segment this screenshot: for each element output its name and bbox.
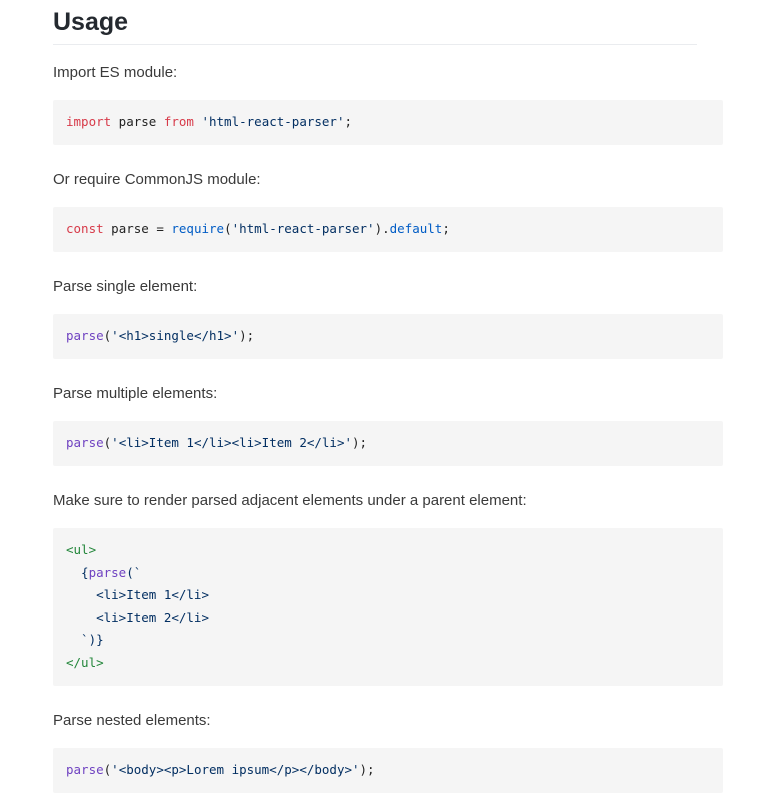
section-heading: Usage	[53, 0, 697, 45]
code-token: import	[66, 114, 112, 129]
code-token: <li>Item 1</li>	[66, 587, 209, 602]
code-token: {	[66, 564, 89, 580]
code-token: parse	[66, 762, 104, 777]
code-token: const	[66, 221, 104, 236]
code-token: '<body><p>Lorem ipsum</p></body>'	[111, 762, 360, 777]
code-token: </ul>	[66, 654, 104, 670]
parent-element-text: Make sure to render parsed adjacent elem…	[53, 492, 527, 509]
code-token: '<h1>single</h1>'	[111, 328, 240, 343]
parse-nested-text: Parse nested elements:	[53, 712, 211, 729]
code-token: );	[239, 328, 255, 343]
code-token: parse	[66, 328, 104, 343]
code-block-require[interactable]: const parse = require('html-react-parser…	[53, 207, 723, 252]
code-token: `)}	[66, 632, 104, 647]
code-block-multiple[interactable]: parse('<li>Item 1</li><li>Item 2</li>');	[53, 421, 723, 466]
code-block-import[interactable]: import parse from 'html-react-parser';	[53, 100, 723, 145]
code-token: from	[163, 114, 194, 129]
code-token: parse =	[103, 221, 172, 236]
code-token: parse	[88, 564, 127, 580]
code-token: ;	[442, 221, 450, 236]
code-token: ).	[374, 221, 390, 236]
code-token: <li>Item 2</li>	[66, 609, 209, 625]
code-token: parse	[66, 435, 104, 450]
code-token: 'html-react-parser'	[201, 114, 345, 129]
parse-multiple-text: Parse multiple elements:	[53, 385, 218, 402]
parse-single-text: Parse single element:	[53, 278, 198, 295]
code-token: 'html-react-parser'	[231, 221, 375, 236]
code-block-parent[interactable]: <ul> {parse(` <li>Item 1</li> <li>Item 2…	[53, 528, 723, 686]
code-token: ;	[344, 114, 353, 129]
code-token: (`	[126, 564, 142, 580]
code-token: );	[352, 435, 368, 450]
code-token: (	[224, 221, 232, 236]
require-commonjs-text: Or require CommonJS module:	[53, 171, 261, 188]
import-es-text: Import ES module:	[53, 64, 178, 81]
code-token: );	[359, 762, 375, 777]
readme-content: Usage Import ES module: import parse fro…	[53, 0, 723, 793]
code-block-nested[interactable]: parse('<body><p>Lorem ipsum</p></body>')…	[53, 748, 723, 793]
code-block-single[interactable]: parse('<h1>single</h1>');	[53, 314, 723, 359]
code-token: default	[389, 221, 443, 236]
code-token: <ul>	[66, 542, 97, 557]
code-token: require	[171, 221, 225, 236]
code-token: parse	[111, 114, 164, 129]
code-token: '<li>Item 1</li><li>Item 2</li>'	[111, 435, 352, 450]
